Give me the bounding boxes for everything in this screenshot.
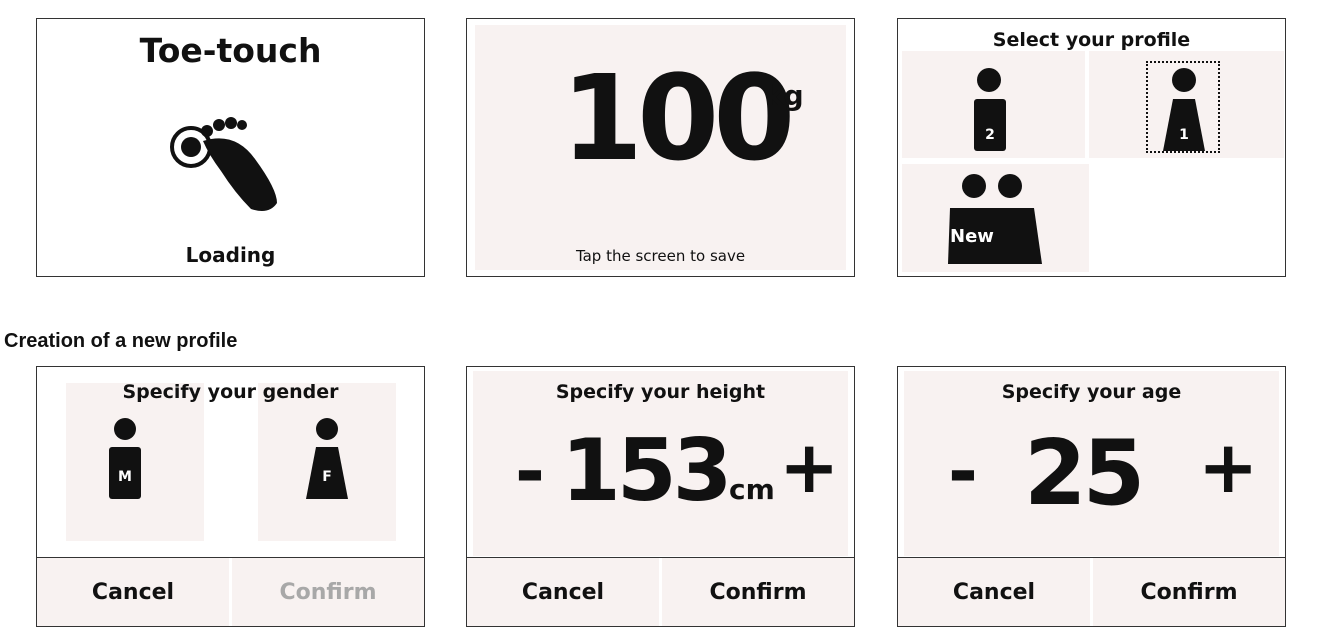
- profile-tile-1[interactable]: 1: [1089, 51, 1284, 158]
- profile-tile-2[interactable]: 2: [902, 51, 1085, 158]
- profile-title: Select your profile: [992, 29, 1191, 51]
- cancel-button[interactable]: Cancel: [898, 558, 1090, 626]
- age-decrease-button[interactable]: -: [948, 429, 978, 513]
- gender-title: Specify your gender: [122, 381, 339, 403]
- weight-value: 100: [561, 49, 795, 187]
- height-decrease-button[interactable]: -: [515, 429, 545, 513]
- profile-screen: Select your profile 2 1 New: [897, 18, 1286, 277]
- new-profile-tile[interactable]: New: [902, 164, 1089, 272]
- gender-screen: Specify your gender M F Cancel Confirm: [36, 366, 425, 627]
- profile-label: 1: [1179, 127, 1189, 143]
- weight-screen[interactable]: 100 kg Tap the screen to save: [466, 18, 855, 277]
- height-value: 153: [561, 421, 733, 521]
- age-increase-button[interactable]: +: [1198, 425, 1258, 509]
- section-label: Creation of a new profile: [4, 330, 238, 352]
- confirm-button[interactable]: Confirm: [659, 558, 854, 626]
- height-increase-button[interactable]: +: [779, 425, 839, 509]
- profile-label: 2: [985, 127, 995, 143]
- add-users-icon: [948, 174, 1042, 264]
- gender-label-m: M: [118, 469, 132, 485]
- gender-actions: Cancel Confirm: [37, 557, 424, 626]
- cancel-button[interactable]: Cancel: [37, 558, 229, 626]
- age-actions: Cancel Confirm: [898, 557, 1285, 626]
- female-user-icon: [306, 418, 348, 499]
- cancel-button[interactable]: Cancel: [467, 558, 659, 626]
- save-hint: Tap the screen to save: [575, 247, 746, 265]
- confirm-button[interactable]: Confirm: [229, 558, 424, 626]
- height-screen: Specify your height - 153 cm + Cancel Co…: [466, 366, 855, 627]
- weight-unit: kg: [765, 79, 804, 112]
- age-title: Specify your age: [1001, 381, 1182, 403]
- height-actions: Cancel Confirm: [467, 557, 854, 626]
- new-profile-label: New: [950, 226, 994, 247]
- confirm-button[interactable]: Confirm: [1090, 558, 1285, 626]
- height-unit: cm: [729, 473, 775, 506]
- age-value: 25: [1024, 421, 1145, 526]
- app-title: Toe-touch: [139, 31, 322, 70]
- gender-label-f: F: [322, 469, 332, 485]
- loading-screen: Toe-touch Loading: [36, 18, 425, 277]
- loading-status: Loading: [185, 243, 276, 267]
- age-screen: Specify your age - 25 + Cancel Confirm: [897, 366, 1286, 627]
- foot-touch-icon: [170, 117, 277, 211]
- male-user-icon: [109, 418, 141, 499]
- height-title: Specify your height: [555, 381, 766, 403]
